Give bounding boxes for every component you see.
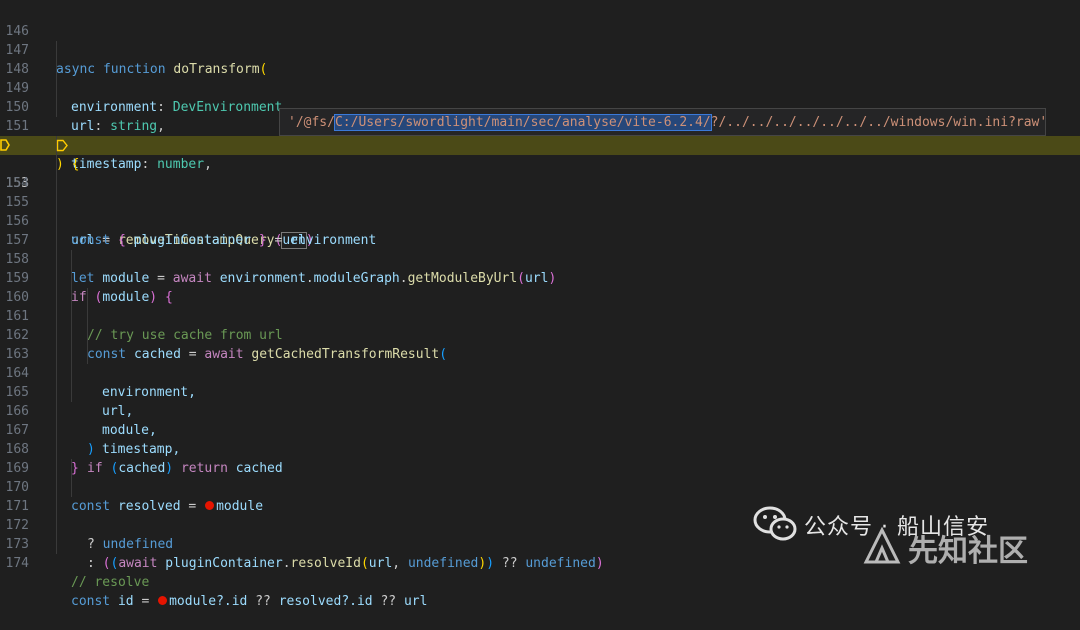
watermark: 公众号 · 船山信安 先知社区	[752, 500, 1080, 569]
xianzhi-logo-icon	[863, 526, 901, 564]
indent-guide	[56, 364, 57, 383]
indent-guide	[56, 383, 57, 402]
code-line[interactable]: 167 }	[0, 402, 1080, 476]
indent-guide	[56, 402, 57, 421]
indent-guide	[71, 269, 72, 288]
code-line[interactable]: 156	[0, 193, 1080, 229]
code-line[interactable]: 164 timestamp,	[0, 345, 1080, 457]
indent-guide	[71, 326, 72, 345]
code-text: // resolve	[71, 575, 150, 590]
indent-guide	[56, 212, 57, 231]
hover-suffix: ?/../../../../../../../windows/win.ini?r…	[710, 115, 1048, 130]
indent-guide	[56, 250, 57, 269]
code-line[interactable]: 168	[0, 421, 1080, 457]
code-line[interactable]: 158 if (module) {	[0, 231, 1080, 305]
code-line[interactable]: 155 const { pluginContainer } = environm…	[0, 174, 1080, 248]
wechat-logo-icon	[753, 506, 797, 541]
hover-prefix: '/@fs/	[288, 115, 335, 130]
debug-hover-tooltip[interactable]: '/@fs/C:/Users/swordlight/main/sec/analy…	[279, 108, 1048, 136]
code-line[interactable]: 160 const cached = await getCachedTransf…	[0, 269, 1080, 362]
code-text: const id = module?.id ?? resolved?.id ??…	[71, 594, 428, 609]
code-line[interactable]: 166 if (cached) return cached	[0, 383, 1080, 476]
indent-guide	[71, 307, 72, 326]
code-editor[interactable]: 146 147 async function doTransform( 148 …	[0, 0, 1080, 609]
indent-guide	[71, 288, 72, 307]
code-line[interactable]: 163 module,	[0, 326, 1080, 438]
indent-guide	[56, 41, 57, 60]
indent-guide	[56, 79, 57, 98]
indent-guide	[56, 98, 57, 117]
indent-guide	[71, 478, 72, 497]
indent-guide	[56, 459, 57, 478]
indent-guide	[87, 345, 88, 364]
code-line[interactable]: 169 const resolved = module	[0, 440, 1080, 514]
code-line[interactable]: 148 environment: DevEnvironment,	[0, 41, 1080, 115]
indent-guide	[56, 497, 57, 516]
code-line[interactable]: 162 url,	[0, 307, 1080, 419]
debug-breakpoint-arrow-icon[interactable]	[0, 139, 10, 151]
indent-guide	[56, 440, 57, 459]
indent-guide	[71, 459, 72, 478]
code-line[interactable]: 159 // try use cache from url	[0, 250, 1080, 343]
code-line[interactable]: 165 )	[0, 364, 1080, 457]
code-line[interactable]: 161 environment,	[0, 288, 1080, 400]
code-line[interactable]: 171 : ((await pluginContainer.resolveId(…	[0, 478, 1080, 571]
indent-guide	[56, 516, 57, 535]
line-number: 174	[5, 556, 29, 571]
current-execution-line[interactable]: 153 url = removeTimestampQuery(url)	[0, 136, 1080, 249]
code-line[interactable]: 146	[0, 3, 1080, 39]
indent-guide	[56, 478, 57, 497]
indent-guide	[56, 307, 57, 326]
indent-guide	[56, 421, 57, 440]
indent-guide	[56, 60, 57, 79]
indent-guide	[56, 174, 57, 193]
inline-breakpoint-icon[interactable]	[158, 596, 168, 605]
indent-guide	[56, 193, 57, 212]
indent-guide	[71, 345, 72, 364]
current-statement-icon	[56, 139, 68, 152]
indent-guide	[56, 269, 57, 288]
indent-guide	[56, 326, 57, 345]
code-text: : ((await pluginContainer.resolveId(url,…	[87, 556, 604, 571]
code-line[interactable]: 154	[0, 155, 1080, 191]
indent-guide	[71, 364, 72, 383]
watermark-sub: 先知社区	[908, 534, 1028, 569]
indent-guide	[56, 535, 57, 554]
indent-guide	[56, 345, 57, 364]
indent-guide	[71, 250, 72, 269]
code-line[interactable]: 147 async function doTransform(	[0, 22, 1080, 77]
indent-guide	[56, 288, 57, 307]
indent-guide	[87, 288, 88, 307]
code-line[interactable]: 157 let module = await environment.modul…	[0, 212, 1080, 286]
indent-guide	[71, 383, 72, 402]
indent-guide	[87, 307, 88, 326]
hover-selection[interactable]: C:/Users/swordlight/main/sec/analyse/vit…	[333, 114, 712, 131]
code-line[interactable]: 150 options: TransformOptions,	[0, 79, 1080, 153]
code-line[interactable]: 170 ? undefined	[0, 459, 1080, 552]
indent-guide	[56, 155, 57, 174]
code-line[interactable]: 149 url: string,	[0, 60, 1080, 134]
indent-guide	[87, 326, 88, 345]
indent-guide	[56, 231, 57, 250]
